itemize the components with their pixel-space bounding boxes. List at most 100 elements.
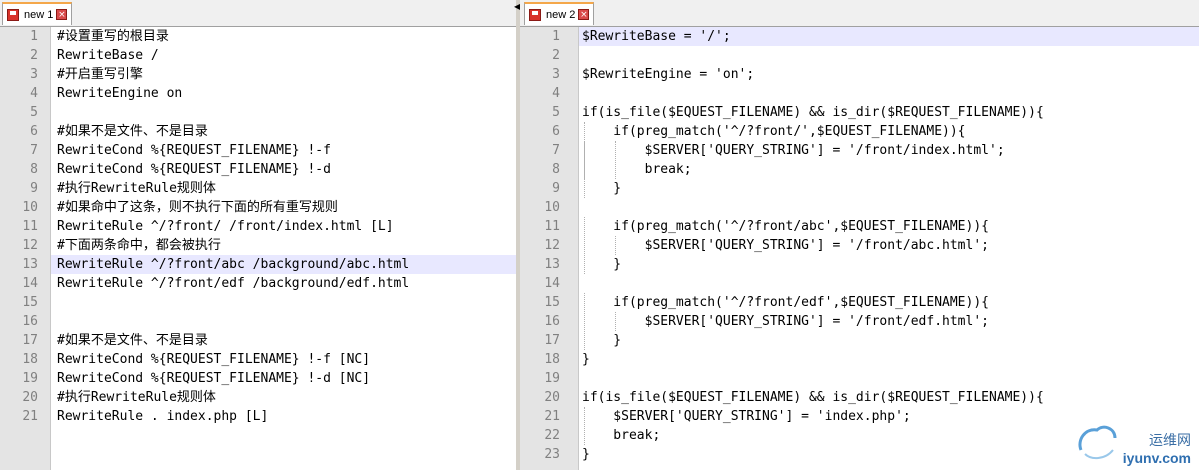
code-line[interactable]: 5 <box>0 103 516 122</box>
line-number: 14 <box>544 276 560 291</box>
code-line[interactable]: 14 <box>520 274 1199 293</box>
code-line[interactable]: 2 RewriteBase / <box>0 46 516 65</box>
code-line[interactable]: 12 #下面两条命中，都会被执行 <box>0 236 516 255</box>
line-number: 6 <box>30 124 38 139</box>
code-text: RewriteRule . index.php [L] <box>57 409 269 424</box>
line-number: 8 <box>30 162 38 177</box>
line-number: 15 <box>22 295 38 310</box>
code-text: } <box>582 447 590 462</box>
code-line[interactable]: 1 $RewriteBase = '/'; <box>520 27 1199 46</box>
code-text: #如果命中了这条，则不执行下面的所有重写规则 <box>57 200 338 215</box>
code-line[interactable]: 1 #设置重写的根目录 <box>0 27 516 46</box>
code-line[interactable]: 10 #如果命中了这条，则不执行下面的所有重写规则 <box>0 198 516 217</box>
code-line[interactable]: 21 RewriteRule . index.php [L] <box>0 407 516 426</box>
line-number: 11 <box>22 219 38 234</box>
line-number: 17 <box>544 333 560 348</box>
left-editor-pane: new 1 × 1 #设置重写的根目录 2 RewriteBase / 3 #开启重写引擎… <box>0 0 516 470</box>
code-text: break; <box>582 428 661 443</box>
code-line[interactable]: 3 $RewriteEngine = 'on'; <box>520 65 1199 84</box>
site-watermark: 运维网 iyunv.com <box>1075 420 1191 466</box>
line-number: 7 <box>30 143 38 158</box>
code-line[interactable]: 12 $SERVER['QUERY_STRING'] = '/front/abc… <box>520 236 1199 255</box>
line-number: 19 <box>22 371 38 386</box>
code-text: RewriteEngine on <box>57 86 183 101</box>
unsaved-file-icon <box>7 8 19 21</box>
code-text: RewriteCond %{REQUEST_FILENAME} !-d [NC] <box>57 371 371 386</box>
code-line[interactable]: 6 #如果不是文件、不是目录 <box>0 122 516 141</box>
code-line[interactable]: 16 $SERVER['QUERY_STRING'] = '/front/edf… <box>520 312 1199 331</box>
line-number: 13 <box>544 257 560 272</box>
code-text: $SERVER['QUERY_STRING'] = '/front/edf.ht… <box>582 314 989 329</box>
code-line[interactable]: 17 } <box>520 331 1199 350</box>
line-number: 18 <box>544 352 560 367</box>
code-line[interactable]: 13 } <box>520 255 1199 274</box>
code-line[interactable]: 10 <box>520 198 1199 217</box>
code-line[interactable]: 4 <box>520 84 1199 103</box>
line-number: 5 <box>30 105 38 120</box>
line-number: 10 <box>544 200 560 215</box>
code-line[interactable]: 9 } <box>520 179 1199 198</box>
line-number: 3 <box>30 67 38 82</box>
code-line[interactable]: 7 $SERVER['QUERY_STRING'] = '/front/inde… <box>520 141 1199 160</box>
code-line[interactable]: 18} <box>520 350 1199 369</box>
code-line[interactable]: 19 RewriteCond %{REQUEST_FILENAME} !-d [N… <box>0 369 516 388</box>
indent-guide <box>584 293 585 350</box>
line-number: 12 <box>22 238 38 253</box>
code-text: #开启重写引擎 <box>57 67 143 82</box>
watermark-url: iyunv.com <box>1122 450 1191 466</box>
code-line[interactable]: 7 RewriteCond %{REQUEST_FILENAME} !-f <box>0 141 516 160</box>
code-line[interactable]: 20 if(is_file($EQUEST_FILENAME) && is_dir… <box>520 388 1199 407</box>
code-line[interactable]: 8 break; <box>520 160 1199 179</box>
code-line[interactable]: 5 if(is_file($EQUEST_FILENAME) && is_dir(… <box>520 103 1199 122</box>
code-line[interactable]: 16 <box>0 312 516 331</box>
code-text: RewriteRule ^/?front/abc /background/abc… <box>57 257 410 272</box>
code-line[interactable]: 14 RewriteRule ^/?front/edf /background/e… <box>0 274 516 293</box>
code-line[interactable]: 15 if(preg_match('^/?front/edf',$EQUEST_… <box>520 293 1199 312</box>
left-code-editor[interactable]: 1 #设置重写的根目录 2 RewriteBase / 3 #开启重写引擎 4 Rewrite… <box>0 27 516 470</box>
code-text: if(preg_match('^/?front/',$EQUEST_FILENA… <box>582 124 966 139</box>
code-line[interactable]: 18 RewriteCond %{REQUEST_FILENAME} !-f [N… <box>0 350 516 369</box>
line-number: 21 <box>544 409 560 424</box>
line-number: 18 <box>22 352 38 367</box>
line-number: 3 <box>552 67 560 82</box>
line-number: 2 <box>30 48 38 63</box>
close-tab-icon[interactable]: × <box>56 9 68 20</box>
code-line[interactable]: 11 RewriteRule ^/?front/ /front/index.htm… <box>0 217 516 236</box>
right-code-editor[interactable]: 1 $RewriteBase = '/'; 2 3 $RewriteEngine = '… <box>520 27 1199 470</box>
line-number: 20 <box>22 390 38 405</box>
code-line[interactable]: 15 <box>0 293 516 312</box>
code-line[interactable]: 11 if(preg_match('^/?front/abc',$EQUEST_… <box>520 217 1199 236</box>
code-line[interactable]: 17 #如果不是文件、不是目录 <box>0 331 516 350</box>
line-number: 6 <box>552 124 560 139</box>
code-line[interactable]: 2 <box>520 46 1199 65</box>
close-tab-icon[interactable]: × <box>578 9 590 20</box>
code-line[interactable]: 8 RewriteCond %{REQUEST_FILENAME} !-d <box>0 160 516 179</box>
tab-label: new 2 <box>546 8 576 21</box>
tab-new-1[interactable]: new 1 × <box>2 2 73 25</box>
code-text: RewriteRule ^/?front/edf /background/edf… <box>57 276 410 291</box>
line-number: 20 <box>544 390 560 405</box>
code-line[interactable]: 13 RewriteRule ^/?front/abc /background/a… <box>0 255 516 274</box>
code-text: if(preg_match('^/?front/edf',$EQUEST_FIL… <box>582 295 989 310</box>
code-line[interactable]: 9 #执行RewriteRule规则体 <box>0 179 516 198</box>
line-number: 14 <box>22 276 38 291</box>
code-line[interactable]: 3 #开启重写引擎 <box>0 65 516 84</box>
line-number: 7 <box>552 143 560 158</box>
indent-guide <box>584 407 585 445</box>
code-line[interactable]: 19 <box>520 369 1199 388</box>
line-number: 17 <box>22 333 38 348</box>
code-text: #执行RewriteRule规则体 <box>57 181 216 196</box>
code-text: $SERVER['QUERY_STRING'] = '/front/abc.ht… <box>582 238 989 253</box>
tab-new-2[interactable]: new 2 × <box>524 2 595 25</box>
code-text: #下面两条命中，都会被执行 <box>57 238 221 253</box>
indent-guide <box>615 141 617 179</box>
code-text: $RewriteEngine = 'on'; <box>582 67 755 82</box>
code-line[interactable]: 4 RewriteEngine on <box>0 84 516 103</box>
line-number: 5 <box>552 105 560 120</box>
code-line[interactable]: 20 #执行RewriteRule规则体 <box>0 388 516 407</box>
tab-label: new 1 <box>24 8 54 21</box>
code-text: } <box>582 333 622 348</box>
line-number: 11 <box>544 219 560 234</box>
code-line[interactable]: 6 if(preg_match('^/?front/',$EQUEST_FILE… <box>520 122 1199 141</box>
code-text: #设置重写的根目录 <box>57 29 169 44</box>
